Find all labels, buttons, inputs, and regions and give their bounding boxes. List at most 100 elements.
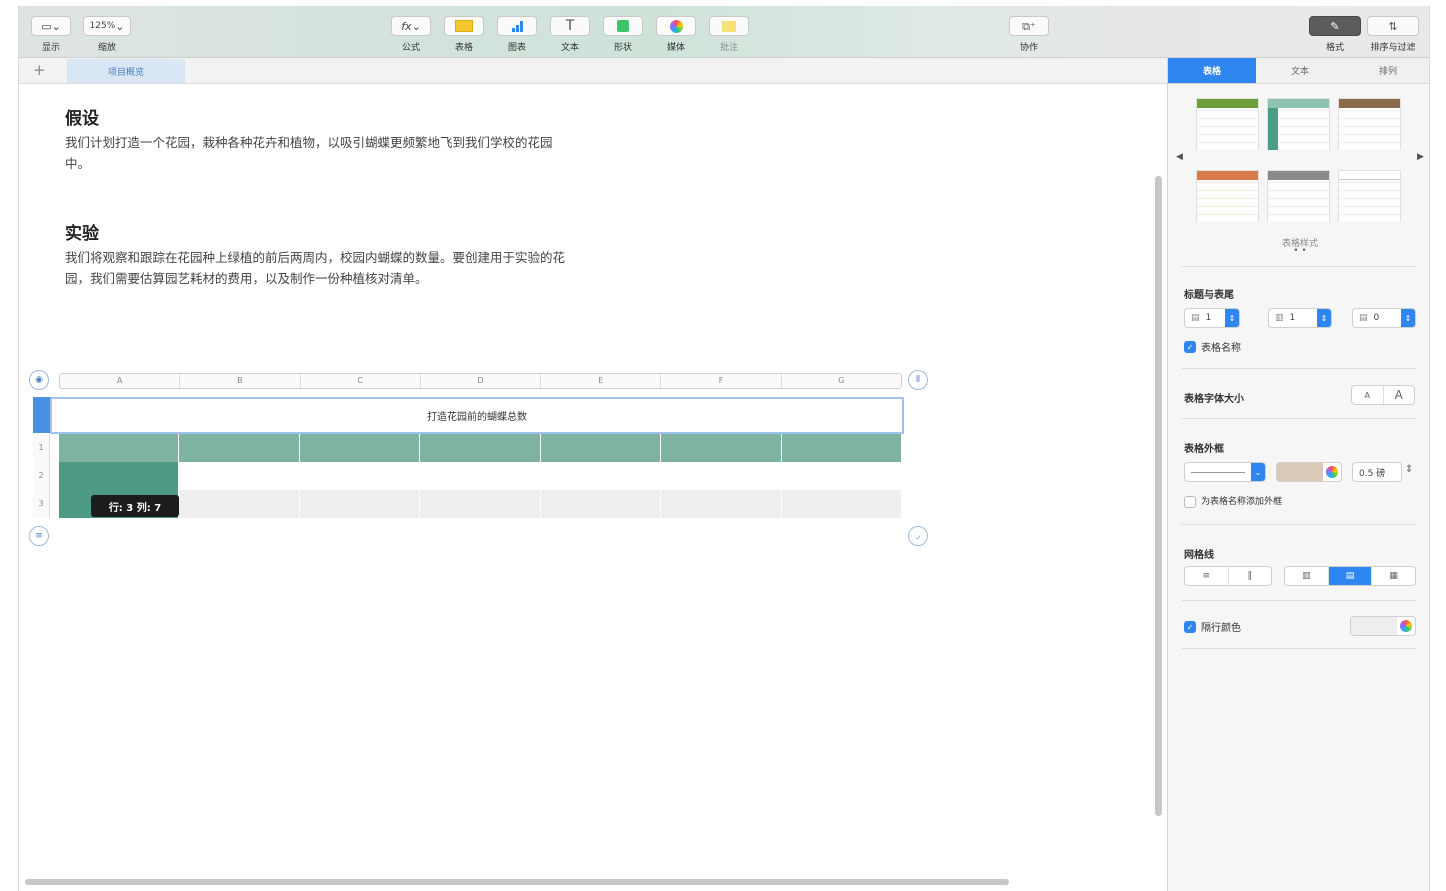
add-row-handle[interactable]: ≡ (29, 526, 49, 546)
header-row-gridlines-icon[interactable]: ▤ (1328, 567, 1373, 585)
row-header-1[interactable]: 1 (33, 434, 50, 462)
table-cell[interactable] (420, 490, 541, 518)
color-wheel-icon[interactable] (1323, 463, 1341, 481)
sort-icon: ⇅ (1388, 19, 1398, 33)
table-cell[interactable] (300, 462, 421, 490)
stepper-arrows-icon[interactable]: ⇕ (1401, 309, 1415, 327)
footer-gridlines-icon[interactable]: ▦ (1372, 567, 1415, 585)
table-cell[interactable] (661, 462, 782, 490)
table-style-5[interactable] (1267, 170, 1330, 222)
media-label: 媒体 (666, 43, 685, 53)
tab-arrange[interactable]: 排列 (1344, 58, 1429, 83)
text-button[interactable]: T (550, 16, 590, 36)
outline-name-checkbox[interactable] (1184, 496, 1196, 508)
footer-rows-stepper[interactable]: ▤ 0 ⇕ (1352, 308, 1416, 328)
table-cell[interactable] (179, 462, 300, 490)
table-outline-label: 表格外框 (1184, 444, 1224, 455)
formula-button[interactable]: fx ⌄ (391, 16, 431, 36)
table-cell[interactable] (179, 490, 300, 518)
table-style-3[interactable] (1338, 98, 1401, 150)
table-name-checkbox[interactable]: ✓ (1184, 341, 1196, 353)
table-cell[interactable] (420, 462, 541, 490)
table-cell[interactable] (661, 490, 782, 518)
table-cell[interactable] (299, 490, 421, 518)
paragraph-hypothesis: 我们计划打造一个花园，栽种各种花卉和植物，以吸引蝴蝶更频繁地飞到我们学校的花园中… (65, 135, 553, 171)
table-cell[interactable] (781, 434, 902, 462)
media-button[interactable] (656, 16, 696, 36)
table-style-6[interactable] (1338, 170, 1401, 222)
row-header-3[interactable]: 3 (33, 490, 50, 518)
alternating-rows-label: 隔行颜色 (1201, 623, 1241, 634)
zoom-button[interactable]: 125% ⌄ (83, 16, 131, 36)
table-title[interactable]: 打造花园前的蝴蝶总数 (50, 397, 904, 434)
table-cell[interactable] (540, 490, 662, 518)
decrease-font-button[interactable]: A (1352, 386, 1384, 404)
tab-table[interactable]: 表格 (1168, 58, 1256, 83)
column-header-d[interactable]: D (421, 374, 542, 388)
comment-button[interactable] (709, 16, 749, 36)
stepper-arrows-icon[interactable]: ⇕ (1317, 309, 1331, 327)
column-header-a[interactable]: A (60, 374, 181, 388)
color-wheel-icon[interactable] (1397, 617, 1415, 635)
resize-table-handle[interactable]: ◞ (908, 526, 928, 546)
outline-color-well[interactable] (1276, 462, 1342, 482)
view-button[interactable]: ▭⌄ (31, 16, 71, 36)
alternating-row-color-well[interactable] (1350, 616, 1416, 636)
chevron-right-icon[interactable]: ▶ (1417, 152, 1424, 162)
table-cell[interactable] (541, 462, 662, 490)
collaborate-button[interactable]: ⧉⁺ (1009, 16, 1049, 36)
format-button[interactable]: ✎ (1309, 16, 1361, 36)
column-header-f[interactable]: F (661, 374, 782, 388)
table-select-handle[interactable]: ◉ (29, 370, 49, 390)
column-header-b[interactable]: B (180, 374, 301, 388)
heading-experiment: 实验 (65, 224, 99, 244)
tab-text[interactable]: 文本 (1256, 58, 1344, 83)
sort-filter-button[interactable]: ⇅ (1367, 16, 1419, 36)
chevron-down-icon[interactable]: ⌄ (1251, 463, 1265, 481)
chart-button[interactable] (497, 16, 537, 36)
table-style-1[interactable] (1196, 98, 1259, 150)
outline-style-dropdown[interactable]: ⌄ (1184, 462, 1266, 482)
row-header-2[interactable]: 2 (33, 462, 50, 490)
add-column-handle[interactable]: ⦀ (908, 370, 928, 390)
table-button[interactable] (444, 16, 484, 36)
table-cell[interactable] (420, 434, 541, 462)
increase-font-button[interactable]: A (1384, 386, 1415, 404)
horizontal-scrollbar[interactable] (25, 879, 1009, 885)
table-style-2[interactable] (1267, 98, 1330, 150)
shape-button[interactable] (603, 16, 643, 36)
header-rows-stepper[interactable]: ▤ 1 ⇕ (1184, 308, 1240, 328)
stepper-arrows-icon[interactable]: ⇕ (1225, 309, 1239, 327)
stepper-arrows-icon[interactable]: ⇕ (1405, 464, 1413, 475)
header-columns-stepper[interactable]: ▥ 1 ⇕ (1268, 308, 1332, 328)
header-column-gridlines-icon[interactable]: ▥ (1285, 567, 1329, 585)
vertical-gridlines-icon[interactable]: ‖ (1229, 567, 1272, 585)
column-header-g[interactable]: G (782, 374, 901, 388)
table-cell[interactable] (59, 462, 180, 490)
table-cell[interactable] (299, 434, 421, 462)
table-cell[interactable] (781, 490, 902, 518)
alternating-rows-checkbox[interactable]: ✓ (1184, 621, 1196, 633)
table-cell[interactable] (59, 434, 180, 462)
footer-rows-value: 0 (1373, 313, 1380, 323)
table-cell[interactable] (661, 434, 782, 462)
chevron-left-icon[interactable]: ◀ (1176, 152, 1183, 162)
outline-width-stepper[interactable]: 0.5 磅 (1352, 462, 1402, 482)
table-row (59, 462, 902, 490)
page-dots-icon[interactable]: • • (1168, 246, 1429, 256)
table-title-selection-bar (33, 397, 50, 433)
format-label: 格式 (1325, 43, 1344, 53)
vertical-scrollbar[interactable] (1155, 176, 1162, 816)
header-columns-icon: ▥ (1275, 313, 1284, 323)
table-cell[interactable] (540, 434, 662, 462)
table-style-4[interactable] (1196, 170, 1259, 222)
table-cell[interactable] (179, 434, 300, 462)
format-sidebar: 表格 文本 排列 ◀ ▶ 表格样式 • • 标题与表尾 ▤ 1 ⇕ ▥ 1 ⇕ ▤ 0 ⇕ … (1167, 58, 1429, 891)
add-sheet-button[interactable]: + (33, 61, 46, 79)
table-cell[interactable] (782, 462, 902, 490)
horizontal-gridlines-icon[interactable]: ≡ (1185, 567, 1229, 585)
column-header-c[interactable]: C (301, 374, 421, 388)
table-row-header (59, 434, 902, 462)
tab-project-overview[interactable]: 项目概览 (67, 59, 185, 83)
column-header-e[interactable]: E (541, 374, 662, 388)
